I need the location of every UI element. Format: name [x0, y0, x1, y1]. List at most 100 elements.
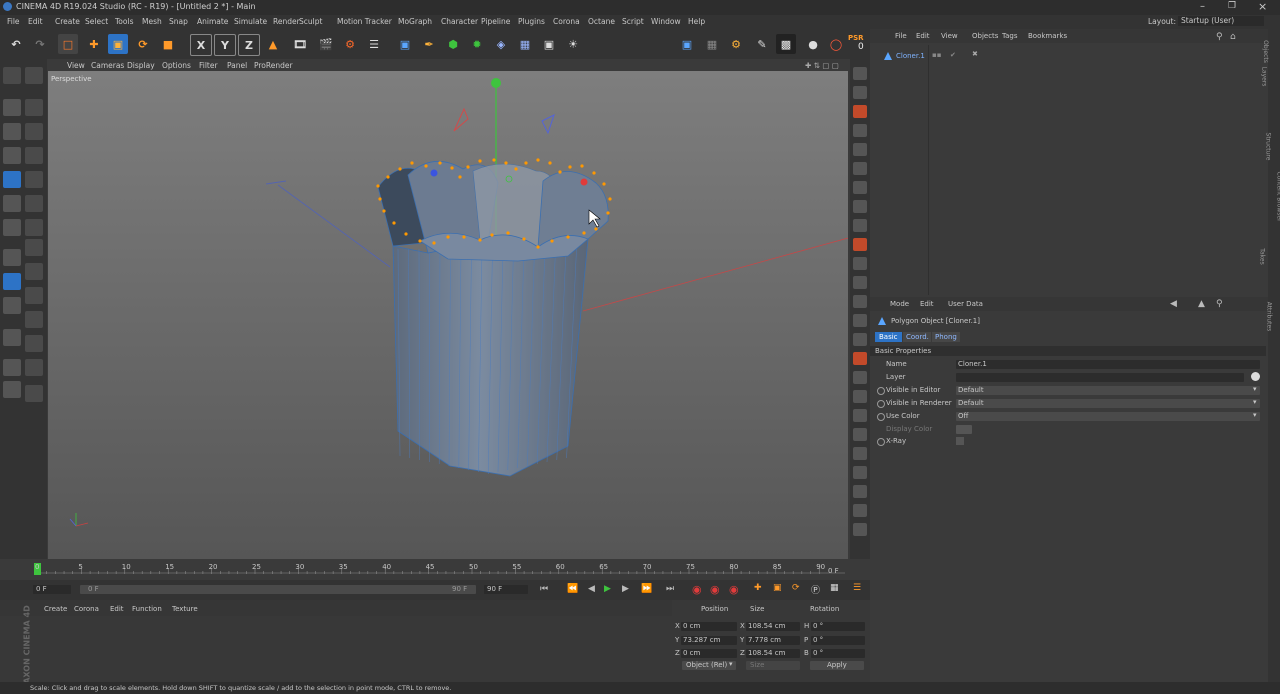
model-mode-icon[interactable]: [3, 99, 21, 116]
visible-renderer-dropdown[interactable]: Default ▾: [956, 398, 1260, 408]
rotation-field[interactable]: 0 °: [811, 649, 865, 658]
snapping-icon[interactable]: [3, 297, 21, 314]
phong-tag-icon[interactable]: ✖: [972, 50, 978, 58]
floor-icon[interactable]: ▦: [515, 34, 535, 54]
frame-range-slider[interactable]: 0 F 90 F: [80, 585, 476, 594]
sculpt-icon[interactable]: [3, 329, 21, 346]
deformer-icon[interactable]: ◈: [491, 34, 511, 54]
visibility-dots[interactable]: ▪▪: [932, 51, 942, 59]
rotate-icon[interactable]: ⟳: [133, 34, 153, 54]
menu-script[interactable]: Script: [622, 17, 644, 26]
stitch-icon[interactable]: [25, 335, 43, 352]
viewport-menu-display[interactable]: Display: [127, 61, 155, 70]
timeline-layout-icon[interactable]: ☰: [853, 583, 861, 593]
tweak-mode-icon[interactable]: [3, 273, 21, 290]
position-field[interactable]: 0 cm: [681, 622, 737, 631]
side-tab-content-browser[interactable]: Content Browser: [1276, 171, 1280, 221]
attr-menu-edit[interactable]: Edit: [920, 300, 934, 308]
goto-start-icon[interactable]: ⏮: [540, 584, 548, 594]
rotation-key-icon[interactable]: ⟳: [792, 583, 800, 593]
menu-render[interactable]: Render: [273, 17, 300, 26]
undo-icon[interactable]: ↶: [6, 34, 26, 54]
menu-edit[interactable]: Edit: [28, 17, 43, 26]
magnet-icon[interactable]: [25, 263, 43, 280]
effector-icon[interactable]: [853, 371, 867, 384]
recent-tool-icon[interactable]: ■: [158, 34, 178, 54]
max-frame-field[interactable]: 90 F: [484, 585, 528, 594]
knife-icon[interactable]: [25, 99, 43, 116]
menu-octane[interactable]: Octane: [588, 17, 615, 26]
smooth-icon[interactable]: [25, 311, 43, 328]
viewport-nav-icons[interactable]: ✚ ⇅ ▢ ▢: [805, 61, 839, 70]
xray-checkbox[interactable]: [956, 437, 964, 445]
workplane-mode-icon[interactable]: [3, 147, 21, 164]
scale-icon[interactable]: ▣: [108, 34, 128, 54]
obj-menu-file[interactable]: File: [895, 32, 907, 40]
search-icon[interactable]: ⚲: [1216, 32, 1223, 42]
coord-size-dropdown[interactable]: Size: [746, 661, 800, 670]
prev-frame-icon[interactable]: ◀: [588, 584, 595, 594]
array-icon[interactable]: [853, 447, 867, 460]
pyro-icon[interactable]: [853, 238, 867, 251]
rotation-field[interactable]: 0 °: [811, 635, 865, 645]
obj-menu-objects[interactable]: Objects: [972, 32, 998, 40]
timeline[interactable]: 0 F: [30, 560, 870, 580]
viewport-menu-prorender[interactable]: ProRender: [254, 61, 293, 70]
brush-icon[interactable]: [25, 123, 43, 140]
loop-cut-icon[interactable]: [25, 219, 43, 236]
layer-clear-icon[interactable]: [1251, 372, 1260, 381]
texture-mode-icon[interactable]: [25, 67, 43, 84]
visible-renderer-radio[interactable]: [877, 400, 885, 408]
position-field[interactable]: 73.287 cm: [681, 635, 737, 645]
side-tab-layers[interactable]: Layers: [1260, 67, 1267, 87]
character-icon[interactable]: [853, 219, 867, 232]
tab-basic[interactable]: Basic: [875, 332, 902, 342]
next-key-icon[interactable]: ⏩: [641, 584, 652, 594]
extrude-icon[interactable]: [25, 147, 43, 164]
render-region-icon[interactable]: [853, 67, 867, 80]
viewport-solo-icon[interactable]: ●: [803, 34, 823, 54]
side-tab-takes[interactable]: Takes: [1259, 248, 1266, 264]
points-mode-icon[interactable]: [3, 171, 21, 188]
viewport-menu-options[interactable]: Options: [162, 61, 191, 70]
size-field[interactable]: 108.54 cm: [746, 622, 800, 631]
hair-icon[interactable]: [853, 105, 867, 118]
restore-icon[interactable]: ❐: [1228, 1, 1236, 11]
object-name[interactable]: Cloner.1: [896, 52, 925, 60]
obj-menu-edit[interactable]: Edit: [916, 32, 930, 40]
viewport-menu-view[interactable]: View: [67, 61, 85, 70]
weld-icon[interactable]: [25, 239, 43, 256]
side-tab-attributes[interactable]: Attributes: [1265, 302, 1272, 332]
back-arrow-icon[interactable]: ◀: [1170, 299, 1177, 309]
pla-key-icon[interactable]: ▦: [830, 583, 839, 593]
param-key-icon[interactable]: Ⓟ: [811, 583, 820, 596]
side-tab-objects[interactable]: Objects: [1262, 40, 1269, 63]
axis-icon[interactable]: ⚙: [726, 34, 746, 54]
psr-label[interactable]: PSR: [848, 34, 864, 42]
dynamics-icon[interactable]: [853, 143, 867, 156]
side-tab-structure[interactable]: Structure: [1264, 133, 1271, 161]
light-icon[interactable]: ☀: [563, 34, 583, 54]
menu-create[interactable]: Create: [55, 17, 80, 26]
close-hole-icon[interactable]: [25, 359, 43, 376]
checker-icon[interactable]: ▩: [776, 34, 796, 54]
move-icon[interactable]: ✚: [84, 34, 104, 54]
display-color-swatch[interactable]: [956, 425, 972, 434]
search-attr-icon[interactable]: ⚲: [1216, 299, 1223, 309]
up-arrow-icon[interactable]: ▲: [1198, 299, 1205, 309]
attr-menu-mode[interactable]: Mode: [890, 300, 909, 308]
mat-menu-corona[interactable]: Corona: [74, 605, 99, 613]
next-frame-icon[interactable]: ▶: [622, 584, 629, 594]
menu-pipeline[interactable]: Pipeline: [481, 17, 510, 26]
x-axis-lock[interactable]: X: [190, 34, 212, 56]
menu-motion-tracker[interactable]: Motion Tracker: [337, 17, 392, 26]
viewport[interactable]: Perspective: [48, 71, 848, 559]
instance-icon[interactable]: [853, 523, 867, 536]
object-row-cloner[interactable]: Cloner.1 ▪▪ ✔ ✖: [880, 50, 1260, 62]
render-view-icon[interactable]: 🎞: [290, 34, 310, 54]
symmetry-icon[interactable]: [853, 504, 867, 517]
mat-menu-texture[interactable]: Texture: [172, 605, 198, 613]
menu-corona[interactable]: Corona: [553, 17, 580, 26]
name-field[interactable]: Cloner.1: [956, 360, 1260, 369]
texture-axis-icon[interactable]: [3, 123, 21, 140]
